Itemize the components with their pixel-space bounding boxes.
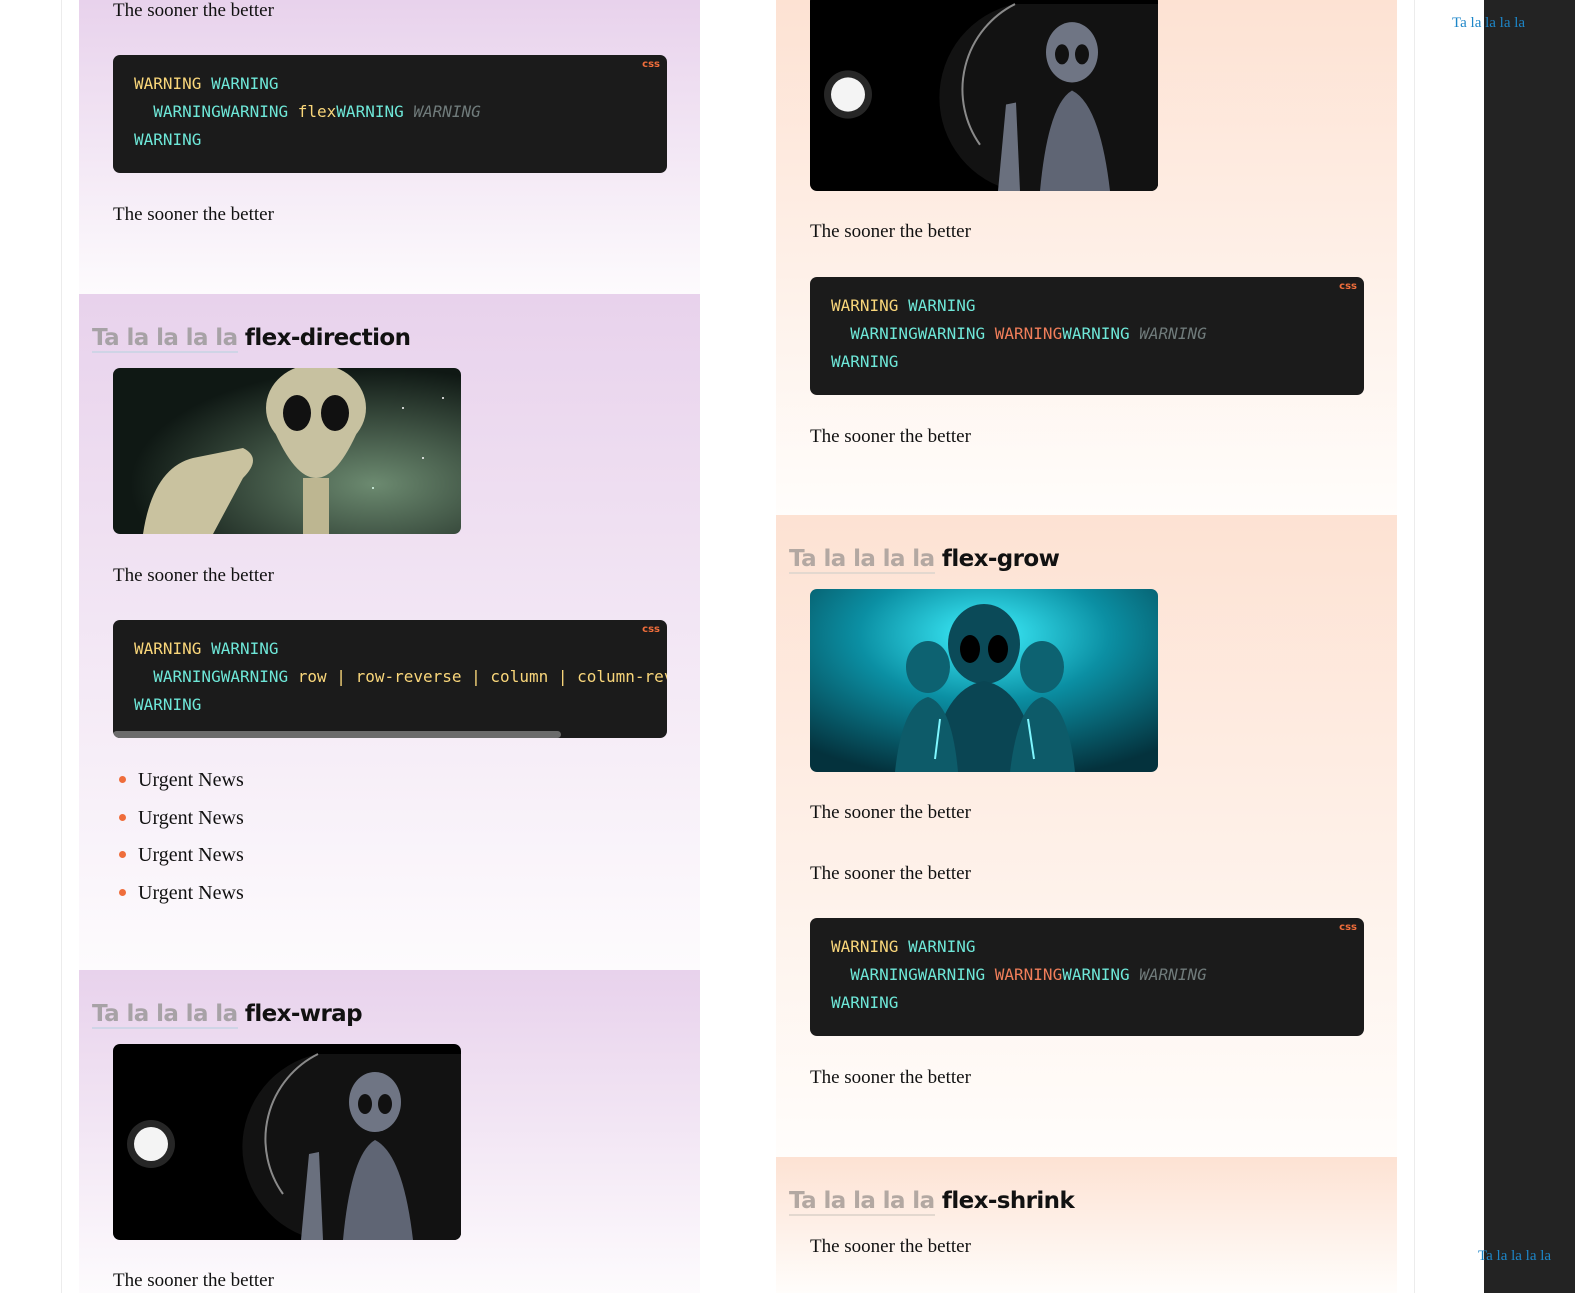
sidebar-link-top[interactable]: Ta la la la la xyxy=(1452,15,1525,32)
code-scrollbar[interactable] xyxy=(113,731,561,738)
code-content: WARNING WARNING WARNINGWARNING WARNINGWA… xyxy=(831,296,1207,371)
frame-right-border xyxy=(1414,0,1415,1293)
section-heading: Ta la la la la flex-wrap xyxy=(92,1001,363,1029)
heading-title: flex-wrap xyxy=(244,1001,363,1027)
code-block: css WARNING WARNING WARNINGWARNING WARNI… xyxy=(810,277,1364,395)
card-flex-direction: Ta la la la la flex-direction The sooner… xyxy=(79,294,700,970)
code-language-badge: css xyxy=(1339,922,1357,933)
list-item: Urgent News xyxy=(113,768,244,806)
heading-title: flex-shrink xyxy=(941,1188,1075,1214)
card-flex-shrink: Ta la la la la flex-shrink The sooner th… xyxy=(776,1157,1397,1293)
paragraph: The sooner the better xyxy=(113,565,274,586)
card-flex-wrap: Ta la la la la flex-wrap The sooner the … xyxy=(79,970,700,1293)
alien-waving-image xyxy=(113,1044,461,1240)
card-flex-basis: The sooner the better css WARNING WARNIN… xyxy=(776,0,1397,515)
frame-left-border xyxy=(61,0,62,1293)
cyan-aliens-image xyxy=(810,589,1158,772)
section-heading: Ta la la la la flex-grow xyxy=(789,546,1060,574)
list-item: Urgent News xyxy=(113,881,244,919)
paragraph: The sooner the better xyxy=(810,221,971,242)
sidebar-link-bottom[interactable]: Ta la la la la xyxy=(1478,1248,1551,1265)
paragraph: The sooner the better xyxy=(810,802,971,823)
heading-anchor-link[interactable]: Ta la la la la xyxy=(92,1001,238,1029)
heading-anchor-link[interactable]: Ta la la la la xyxy=(92,325,238,353)
code-language-badge: css xyxy=(642,59,660,70)
heading-title: flex-direction xyxy=(244,325,411,351)
code-language-badge: css xyxy=(642,624,660,635)
heading-anchor-link[interactable]: Ta la la la la xyxy=(789,1188,935,1216)
paragraph: The sooner the better xyxy=(810,426,971,447)
code-block: css WARNING WARNING WARNINGWARNING row |… xyxy=(113,620,667,738)
paragraph: The sooner the better xyxy=(810,1236,971,1257)
heading-title: flex-grow xyxy=(941,546,1060,572)
right-sidebar xyxy=(1484,0,1575,1293)
paragraph: The sooner the better xyxy=(113,1270,274,1291)
paragraph: The sooner the better xyxy=(113,0,274,21)
bullet-list: Urgent News Urgent News Urgent News Urge… xyxy=(113,768,244,919)
paragraph: The sooner the better xyxy=(810,863,971,884)
alien-pointing-image xyxy=(113,368,461,534)
code-block: css WARNING WARNING WARNINGWARNING flexW… xyxy=(113,55,667,173)
paragraph: The sooner the better xyxy=(113,204,274,225)
section-heading: Ta la la la la flex-direction xyxy=(92,325,411,353)
code-content: WARNING WARNING WARNINGWARNING row | row… xyxy=(134,639,667,714)
section-heading: Ta la la la la flex-shrink xyxy=(789,1188,1075,1216)
code-language-badge: css xyxy=(1339,281,1357,292)
list-item: Urgent News xyxy=(113,806,244,844)
card-flex-display: The sooner the better css WARNING WARNIN… xyxy=(79,0,700,294)
alien-waving-image xyxy=(810,0,1158,191)
paragraph: The sooner the better xyxy=(810,1067,971,1088)
code-content: WARNING WARNING WARNINGWARNING WARNINGWA… xyxy=(831,937,1207,1012)
code-block: css WARNING WARNING WARNINGWARNING WARNI… xyxy=(810,918,1364,1036)
list-item: Urgent News xyxy=(113,843,244,881)
heading-anchor-link[interactable]: Ta la la la la xyxy=(789,546,935,574)
code-content: WARNING WARNING WARNINGWARNING flexWARNI… xyxy=(134,74,481,149)
card-flex-grow: Ta la la la la flex-grow The sooner the … xyxy=(776,515,1397,1157)
